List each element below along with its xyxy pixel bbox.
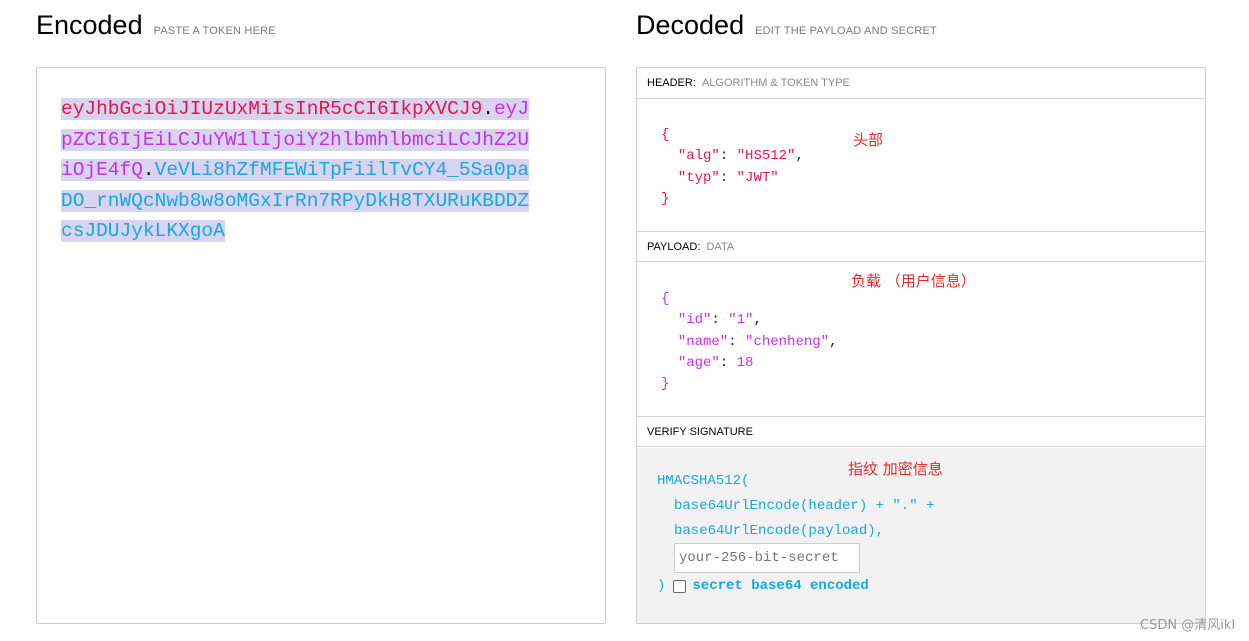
header-open-brace: {	[661, 127, 670, 143]
payload-comma-name: ,	[829, 333, 838, 350]
header-sublabel: ALGORITHM & TOKEN TYPE	[701, 77, 850, 89]
header-annotation: 头部	[853, 131, 884, 149]
secret-base64-checkbox[interactable]	[673, 579, 687, 593]
payload-value-id: "1"	[728, 312, 754, 329]
payload-value-name: "chenheng"	[745, 333, 830, 350]
header-json-editor[interactable]: { "alg": "HS512", "typ": "JWT"}	[661, 125, 804, 210]
signature-func-open: HMACSHA512(	[657, 473, 750, 489]
signature-label: VERIFY SIGNATURE	[647, 426, 753, 438]
payload-key-age: "age"	[677, 354, 720, 371]
header-comma-alg: ,	[795, 148, 804, 165]
encoded-token-editor[interactable]: eyJhbGciOiJIUzUxMiIsInR5cCI6IkpXVCJ9.eyJ…	[36, 67, 606, 624]
header-section-title: HEADER: ALGORITHM & TOKEN TYPE	[637, 68, 1205, 99]
payload-open-brace: {	[661, 291, 670, 307]
header-key-alg: "alg"	[677, 148, 720, 165]
header-value-typ: "JWT"	[736, 169, 779, 186]
header-key-typ: "typ"	[677, 169, 720, 186]
signature-payload-line: base64UrlEncode(payload),	[674, 523, 885, 539]
secret-input[interactable]	[674, 543, 860, 573]
header-sep-typ: :	[719, 169, 737, 186]
payload-key-id: "id"	[677, 312, 712, 329]
signature-section-title: VERIFY SIGNATURE	[637, 416, 1205, 447]
header-label: HEADER:	[647, 77, 696, 89]
base64-encoded-row: ) secret base64 encoded	[657, 578, 869, 594]
payload-sublabel: DATA	[706, 241, 735, 253]
decoded-title: Decoded	[636, 10, 745, 40]
header-close-brace: }	[661, 190, 670, 207]
header-line-alg: "alg": "HS512",	[661, 146, 804, 167]
payload-key-name: "name"	[677, 333, 729, 350]
csdn-watermark: CSDN @清风ikl	[1140, 618, 1235, 633]
payload-sep-name: :	[728, 333, 746, 350]
signature-annotation: 指纹 加密信息	[848, 460, 943, 478]
payload-value-age: 18	[736, 354, 754, 371]
header-line-typ: "typ": "JWT"	[661, 168, 804, 189]
payload-section-title: PAYLOAD: DATA	[637, 231, 1205, 262]
decoded-heading: Decoded EDIT THE PAYLOAD AND SECRET	[636, 10, 937, 41]
signature-area: 指纹 加密信息 HMACSHA512( base64UrlEncode(head…	[637, 448, 1205, 623]
payload-close-brace: }	[661, 376, 670, 393]
token-dot-1: .	[482, 98, 494, 120]
payload-comma-id: ,	[753, 312, 762, 329]
header-value-alg: "HS512"	[736, 148, 796, 165]
encoded-title: Encoded	[36, 10, 143, 40]
decoded-panel: HEADER: ALGORITHM & TOKEN TYPE { "alg": …	[636, 67, 1206, 624]
token-dot-2: .	[142, 159, 155, 181]
payload-label: PAYLOAD:	[647, 241, 701, 253]
payload-sep-age: :	[719, 354, 737, 371]
encoded-heading: Encoded PASTE A TOKEN HERE	[36, 10, 276, 41]
secret-base64-label[interactable]: secret base64 encoded	[692, 578, 868, 594]
payload-annotation: 负载 （用户信息）	[851, 272, 976, 290]
payload-line-id: "id": "1",	[661, 310, 837, 331]
encoded-token-text[interactable]: eyJhbGciOiJIUzUxMiIsInR5cCI6IkpXVCJ9.eyJ…	[61, 94, 531, 247]
payload-line-name: "name": "chenheng",	[661, 332, 838, 353]
payload-line-age: "age": 18	[661, 353, 837, 374]
token-header-part: eyJhbGciOiJIUzUxMiIsInR5cCI6IkpXVCJ9	[61, 98, 483, 120]
header-sep-alg: :	[719, 148, 737, 165]
payload-sep-id: :	[711, 312, 729, 329]
encoded-subtitle: PASTE A TOKEN HERE	[153, 25, 276, 37]
signature-func-close: )	[657, 578, 666, 594]
signature-header-line: base64UrlEncode(header) + "." +	[674, 498, 935, 514]
payload-json-editor[interactable]: { "id": "1", "name": "chenheng", "age": …	[661, 289, 837, 395]
decoded-subtitle: EDIT THE PAYLOAD AND SECRET	[755, 25, 937, 37]
